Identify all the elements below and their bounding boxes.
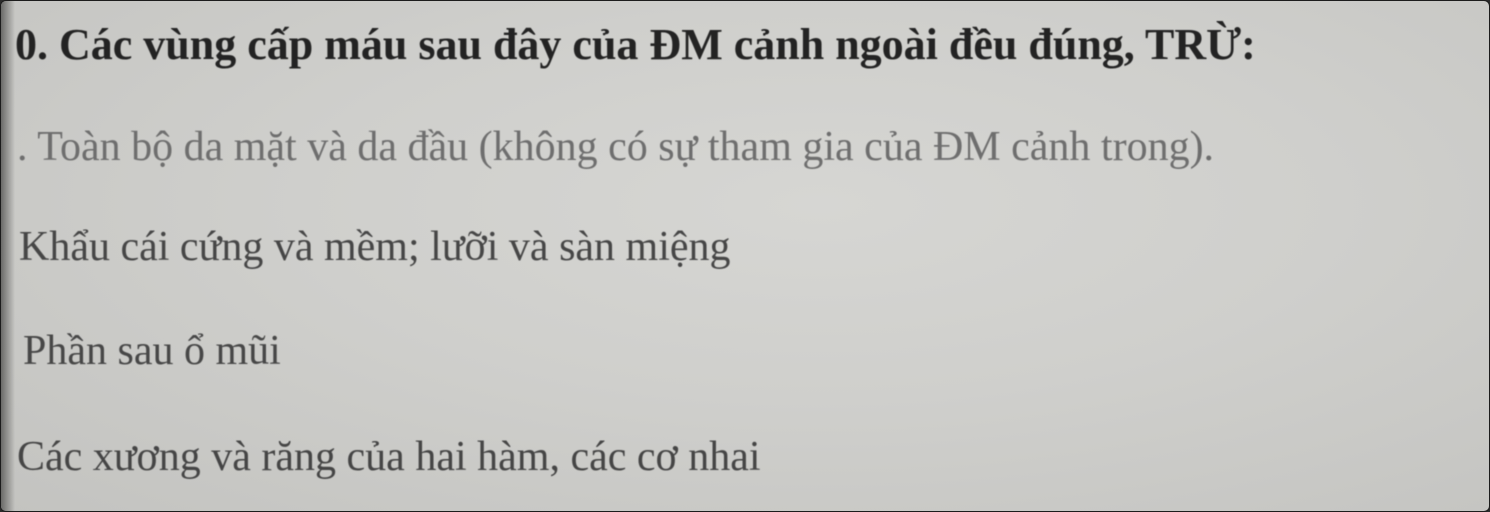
option-b: Khẩu cái cứng và mềm; lưỡi và sàn miệng <box>19 224 731 270</box>
option-d: Các xương và răng của hai hàm, các cơ nh… <box>17 434 761 480</box>
option-c: Phần sau ổ mũi <box>23 328 281 374</box>
question-text: 0. Các vùng cấp máu sau đây của ĐM cảnh … <box>15 20 1256 69</box>
document-photo: 0. Các vùng cấp máu sau đây của ĐM cảnh … <box>0 0 1490 512</box>
option-a: . Toàn bộ da mặt và da đầu (không có sự … <box>17 124 1215 170</box>
page-edge-shadow <box>1 1 15 511</box>
